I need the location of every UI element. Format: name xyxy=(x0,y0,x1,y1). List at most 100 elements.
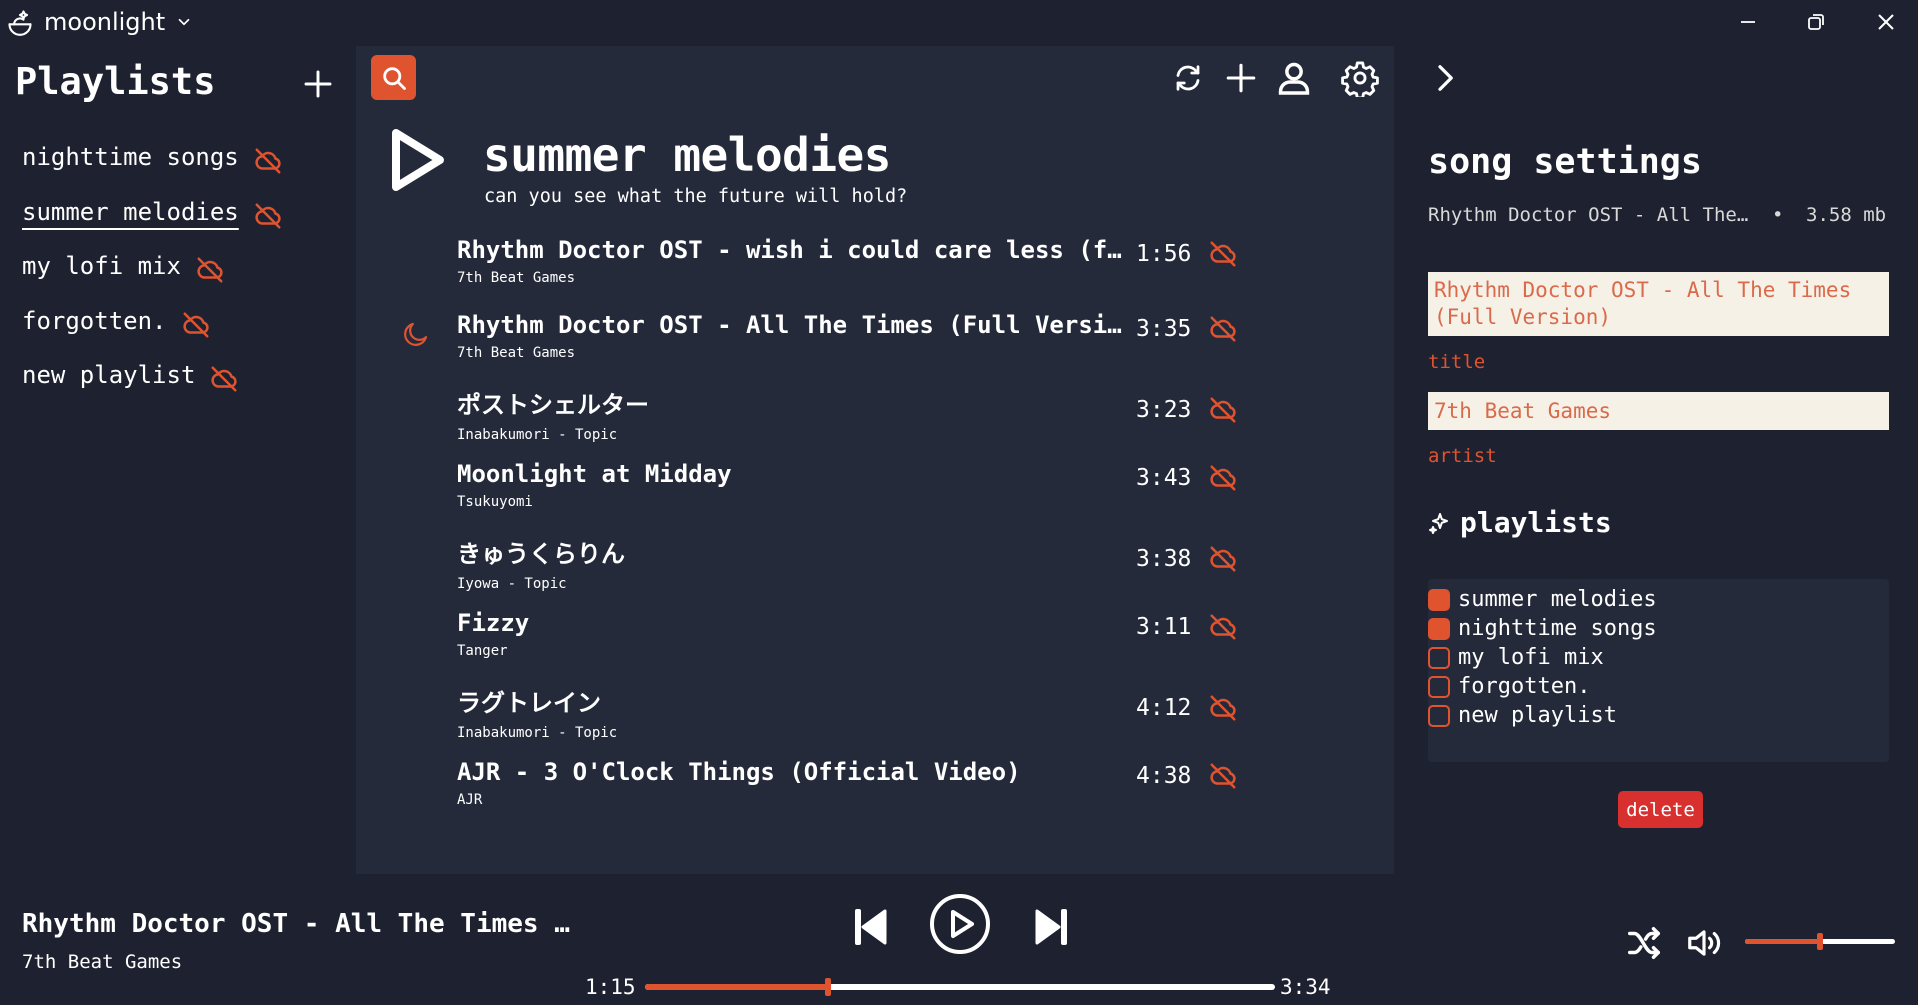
song-row[interactable]: Moonlight at Midday Tsukuyomi 3:43 xyxy=(356,460,1394,535)
checkbox[interactable] xyxy=(1428,704,1450,727)
sidebar-item-my-lofi-mix[interactable]: my lofi mix xyxy=(22,239,283,294)
sidebar-item-new-playlist[interactable]: new playlist xyxy=(22,348,283,403)
play-circle-icon xyxy=(929,893,991,955)
checkbox[interactable] xyxy=(1428,675,1450,698)
sidebar-item-label: new playlist xyxy=(22,361,196,390)
add-song-button[interactable] xyxy=(1217,54,1265,102)
collapse-panel-button[interactable] xyxy=(1423,56,1467,100)
previous-button[interactable] xyxy=(848,904,894,950)
app-name: moonlight xyxy=(44,8,166,36)
total-time: 3:34 xyxy=(1280,975,1331,999)
playlist-checkbox-row[interactable]: summer melodies xyxy=(1428,585,1889,614)
elapsed-time: 1:15 xyxy=(585,975,636,999)
song-duration: 3:23 xyxy=(1136,397,1192,423)
checkbox[interactable] xyxy=(1428,646,1450,669)
cloud-off-icon[interactable] xyxy=(1208,395,1238,425)
settings-button[interactable] xyxy=(1336,54,1384,102)
checkbox-label: forgotten. xyxy=(1458,674,1591,699)
delete-button[interactable]: delete xyxy=(1618,791,1703,828)
checkbox[interactable] xyxy=(1428,617,1450,640)
cloud-off-icon[interactable] xyxy=(1208,239,1238,269)
playlist-checkbox-row[interactable]: new playlist xyxy=(1428,701,1889,730)
song-row[interactable]: Fizzy Tanger 3:11 xyxy=(356,609,1394,684)
sidebar-item-nighttime-songs[interactable]: nighttime songs xyxy=(22,130,283,185)
title-field[interactable]: Rhythm Doctor OST - All The Times (Full … xyxy=(1428,272,1889,336)
playlist-title: summer melodies xyxy=(483,128,891,182)
playlists-heading-label: playlists xyxy=(1460,506,1612,539)
checkbox-label: new playlist xyxy=(1458,703,1617,728)
seek-bar[interactable] xyxy=(645,978,1275,996)
cloud-off-icon[interactable] xyxy=(1208,314,1238,344)
close-button[interactable] xyxy=(1864,4,1908,40)
cloud-off-icon[interactable] xyxy=(1208,761,1238,791)
cloud-off-icon[interactable] xyxy=(1208,463,1238,493)
add-playlist-button[interactable] xyxy=(296,62,340,106)
app-menu[interactable]: moonlight xyxy=(6,8,193,36)
song-artist: Inabakumori - Topic xyxy=(457,725,618,741)
song-row[interactable]: Rhythm Doctor OST - wish i could care le… xyxy=(356,236,1394,311)
cloud-off-icon[interactable] xyxy=(195,255,225,285)
cloud-off-icon[interactable] xyxy=(1208,544,1238,574)
volume-slider-handle[interactable] xyxy=(1817,933,1823,950)
song-row[interactable]: Rhythm Doctor OST - All The Times (Full … xyxy=(356,311,1394,386)
song-duration: 3:43 xyxy=(1136,464,1192,491)
playlist-list: nighttime songs summer melodies my lofi mi… xyxy=(22,130,283,403)
cloud-off-icon[interactable] xyxy=(1208,612,1238,642)
volume-slider-fill xyxy=(1745,939,1820,944)
song-artist: Inabakumori - Topic xyxy=(457,427,618,443)
meta-separator: • xyxy=(1772,204,1784,226)
song-list: Rhythm Doctor OST - wish i could care le… xyxy=(356,236,1394,832)
volume-icon xyxy=(1685,924,1723,962)
file-size: 3.58 mb xyxy=(1806,204,1887,226)
playlist-checkbox-row[interactable]: nighttime songs xyxy=(1428,614,1889,643)
song-row[interactable]: ラグトレイン Inabakumori - Topic 4:12 xyxy=(356,683,1394,758)
volume-slider[interactable] xyxy=(1745,933,1895,950)
chevron-down-icon xyxy=(175,13,193,31)
song-duration: 3:11 xyxy=(1136,613,1192,640)
song-row[interactable]: AJR - 3 O'Clock Things (Official Video) A… xyxy=(356,758,1394,833)
cloud-off-icon[interactable] xyxy=(1208,693,1238,723)
song-title: Fizzy xyxy=(457,608,530,637)
seek-bar-handle[interactable] xyxy=(824,978,831,996)
playlist-checkbox-row[interactable]: my lofi mix xyxy=(1428,643,1889,672)
playlists-heading: playlists xyxy=(1428,506,1612,539)
play-icon xyxy=(388,126,448,194)
restore-button[interactable] xyxy=(1794,4,1838,40)
play-pause-button[interactable] xyxy=(928,892,992,956)
cloud-off-icon[interactable] xyxy=(209,364,239,394)
song-title: きゅうくらりん xyxy=(457,540,625,568)
artist-label: artist xyxy=(1428,445,1497,467)
title-bar: moonlight xyxy=(0,0,1918,44)
skip-back-icon xyxy=(853,907,889,947)
settings-title: song settings xyxy=(1428,142,1702,182)
checkbox[interactable] xyxy=(1428,588,1450,611)
song-title: Rhythm Doctor OST - All The Times (Full … xyxy=(457,310,1127,339)
song-duration: 3:35 xyxy=(1136,315,1192,342)
search-button[interactable] xyxy=(371,55,416,100)
sidebar-item-forgotten[interactable]: forgotten. xyxy=(22,294,283,349)
volume-button[interactable] xyxy=(1682,921,1726,965)
sidebar-item-label: my lofi mix xyxy=(22,252,181,281)
song-title: AJR - 3 O'Clock Things (Official Video) xyxy=(457,757,1021,786)
close-icon xyxy=(1877,13,1895,31)
cloud-off-icon[interactable] xyxy=(181,310,211,340)
playlist-checkbox-row[interactable]: forgotten. xyxy=(1428,672,1889,701)
cloud-off-icon[interactable] xyxy=(253,146,283,176)
cloud-off-icon[interactable] xyxy=(253,201,283,231)
artist-field[interactable] xyxy=(1428,392,1889,430)
sidebar-item-label: forgotten. xyxy=(22,306,167,335)
title-label: title xyxy=(1428,351,1486,373)
song-title: ラグトレイン xyxy=(457,689,601,717)
account-button[interactable] xyxy=(1270,54,1318,102)
refresh-button[interactable] xyxy=(1164,54,1212,102)
song-row[interactable]: ポストシェルター Inabakumori - Topic 3:23 xyxy=(356,385,1394,460)
plus-icon xyxy=(302,68,334,100)
minimize-button[interactable] xyxy=(1726,4,1770,40)
play-playlist-button[interactable] xyxy=(388,126,448,194)
song-row[interactable]: きゅうくらりん Iyowa - Topic 3:38 xyxy=(356,534,1394,609)
checkbox-label: summer melodies xyxy=(1458,587,1657,612)
sidebar-item-label: summer melodies xyxy=(22,197,239,226)
shuffle-button[interactable] xyxy=(1622,921,1666,965)
sidebar-item-summer-melodies[interactable]: summer melodies xyxy=(22,185,283,240)
next-button[interactable] xyxy=(1028,904,1074,950)
